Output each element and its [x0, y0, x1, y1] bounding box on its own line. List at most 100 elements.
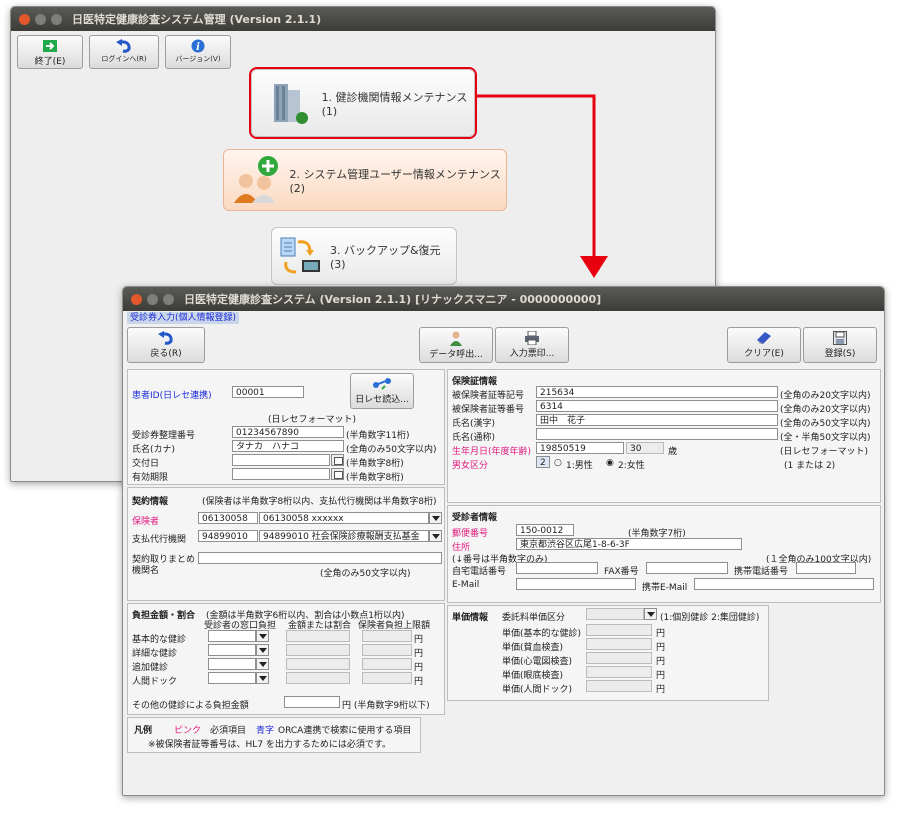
register-button[interactable]: 登録(S)	[803, 327, 877, 363]
save-icon	[833, 331, 847, 345]
legend-title: 凡例	[134, 726, 153, 736]
login-button[interactable]: ログインへ(R)	[89, 35, 159, 69]
expiry-date-input[interactable]	[232, 468, 330, 480]
menu-label-backup: 3. バックアップ&復元(3)	[329, 243, 441, 271]
name-kanji-input[interactable]: 田中 花子	[536, 414, 778, 426]
row-note: (全・半角50文字以内)	[780, 433, 871, 443]
age-unit: 歳	[668, 447, 678, 457]
contract-title: 契約情報	[132, 497, 169, 507]
other-burden-note: 円 (半角数字9桁以下)	[342, 701, 430, 711]
sex-label: 男女区分	[452, 461, 489, 471]
radio-male[interactable]: ○	[554, 458, 562, 468]
chevron-down-icon[interactable]	[256, 630, 269, 642]
fax-input[interactable]	[646, 562, 728, 574]
summary-org-input[interactable]	[198, 552, 442, 564]
radio-female[interactable]: ◉	[606, 458, 614, 468]
undo-icon	[158, 331, 173, 345]
calendar-icon[interactable]	[331, 454, 344, 466]
insurer-code-input[interactable]: 06130058	[198, 512, 258, 524]
maximize-window-button[interactable]	[163, 293, 174, 305]
patient-id-input[interactable]: 00001	[232, 386, 304, 398]
burden-type-select[interactable]	[208, 630, 256, 642]
menu-button-facility-maintenance[interactable]: 1. 健診機関情報メンテナンス(1)	[251, 69, 475, 137]
insurer-select[interactable]: 06130058 xxxxxx	[259, 512, 429, 524]
address-input[interactable]: 東京都渋谷区広尾1-8-6-3F	[516, 538, 742, 550]
version-button[interactable]: i バージョン(V)	[165, 35, 231, 69]
unit-type-select[interactable]	[586, 608, 644, 620]
zip-input[interactable]: 150-0012	[516, 524, 574, 536]
unit-price-input[interactable]	[586, 666, 652, 678]
email-input[interactable]	[516, 578, 636, 590]
back-button[interactable]: 戻る(R)	[127, 327, 205, 363]
burden-amount-input[interactable]	[286, 658, 350, 670]
birth-date-input[interactable]: 19850519	[536, 442, 624, 454]
examinee-panel: 受診者情報 郵便番号 150-0012 (半角数字7桁) 住所 東京都渋谷区広尾…	[447, 505, 881, 603]
burden-type-select[interactable]	[208, 644, 256, 656]
maximize-window-button[interactable]	[51, 13, 62, 25]
sex-note: (1 または 2)	[784, 461, 836, 471]
burden-type-select[interactable]	[208, 658, 256, 670]
unit-price-input[interactable]	[586, 624, 652, 636]
menu-button-user-maintenance[interactable]: 2. システム管理ユーザー情報メンテナンス(2)	[223, 149, 507, 211]
name-alias-input[interactable]	[536, 428, 778, 440]
window-title: 日医特定健康診査システム管理 (Version 2.1.1)	[72, 13, 322, 26]
clear-button[interactable]: クリア(E)	[727, 327, 801, 363]
burden-limit-input[interactable]	[362, 644, 412, 656]
issue-date-input[interactable]	[232, 454, 330, 466]
burden-limit-input[interactable]	[362, 658, 412, 670]
agent-code-input[interactable]: 94899010	[198, 530, 258, 542]
other-burden-input[interactable]	[284, 696, 340, 708]
burden-limit-input[interactable]	[362, 672, 412, 684]
burden-amount-input[interactable]	[286, 630, 350, 642]
unit-row-label: 単価(心電図検査)	[502, 657, 573, 667]
burden-amount-input[interactable]	[286, 672, 350, 684]
insurance-number-input[interactable]: 6314	[536, 400, 778, 412]
chevron-down-icon[interactable]	[256, 644, 269, 656]
home-tel-input[interactable]	[516, 562, 598, 574]
unit-price-input[interactable]	[586, 652, 652, 664]
mobile-email-input[interactable]	[694, 578, 874, 590]
exit-button[interactable]: 終了(E)	[17, 35, 83, 69]
yen-unit: 円	[414, 663, 424, 673]
insurer-dropdown-arrow[interactable]	[429, 512, 442, 524]
clear-label: クリア(E)	[744, 349, 784, 359]
burden-type-select[interactable]	[208, 672, 256, 684]
row-label: 被保険者証等記号	[452, 391, 525, 401]
insurance-panel: 保険証情報 被保険者証等記号 215634 (全角のみ20文字以内) 被保険者証…	[447, 369, 881, 503]
chevron-down-icon[interactable]	[256, 672, 269, 684]
sex-code-input[interactable]: 2	[536, 456, 550, 468]
read-button[interactable]: 日レセ読込...	[350, 373, 414, 409]
minimize-window-button[interactable]	[147, 293, 158, 305]
unit-price-input[interactable]	[586, 680, 652, 692]
print-button[interactable]: 入力票印...	[495, 327, 569, 363]
unit-price-input[interactable]	[586, 638, 652, 650]
mobile-tel-input[interactable]	[796, 562, 856, 574]
data-call-button[interactable]: データ呼出...	[419, 327, 493, 363]
agent-select[interactable]: 94899010 社会保険診療報酬支払基金	[259, 530, 429, 542]
insurance-symbol-input[interactable]: 215634	[536, 386, 778, 398]
ticket-number-input[interactable]: 01234567890	[232, 426, 344, 438]
burden-amount-input[interactable]	[286, 644, 350, 656]
legend-pink: ピンク	[174, 726, 202, 736]
calendar-icon[interactable]	[331, 468, 344, 480]
chevron-down-icon[interactable]	[644, 608, 657, 620]
row-label: 氏名(漢字)	[452, 419, 496, 429]
burden-limit-input[interactable]	[362, 630, 412, 642]
name-kana-input[interactable]: タナカ ハナコ	[232, 440, 344, 452]
chevron-down-icon[interactable]	[256, 658, 269, 670]
menu-button-backup-restore[interactable]: 3. バックアップ&復元(3)	[271, 227, 457, 285]
minimize-window-button[interactable]	[35, 13, 46, 25]
link-icon	[373, 378, 391, 390]
window-title: 日医特定健康診査システム (Version 2.1.1) [リナックスマニア -…	[184, 293, 602, 306]
mobile-tel-label: 携帯電話番号	[734, 567, 789, 577]
insurance-title: 保険証情報	[452, 377, 498, 387]
row-note: (全角のみ50文字以内)	[780, 419, 871, 429]
row-note: (半角数字8桁)	[346, 459, 404, 469]
close-window-button[interactable]	[131, 293, 142, 305]
close-window-button[interactable]	[19, 13, 30, 25]
format-note: (日レセフォーマット)	[268, 415, 357, 425]
burden-title: 負担金額・割合	[132, 611, 196, 621]
burden-panel: 負担金額・割合 (金額は半角数字6桁以内、割合は小数点1桁以内) 受診者の窓口負…	[127, 603, 445, 715]
examinee-title: 受診者情報	[452, 513, 498, 523]
agent-dropdown-arrow[interactable]	[429, 530, 442, 542]
